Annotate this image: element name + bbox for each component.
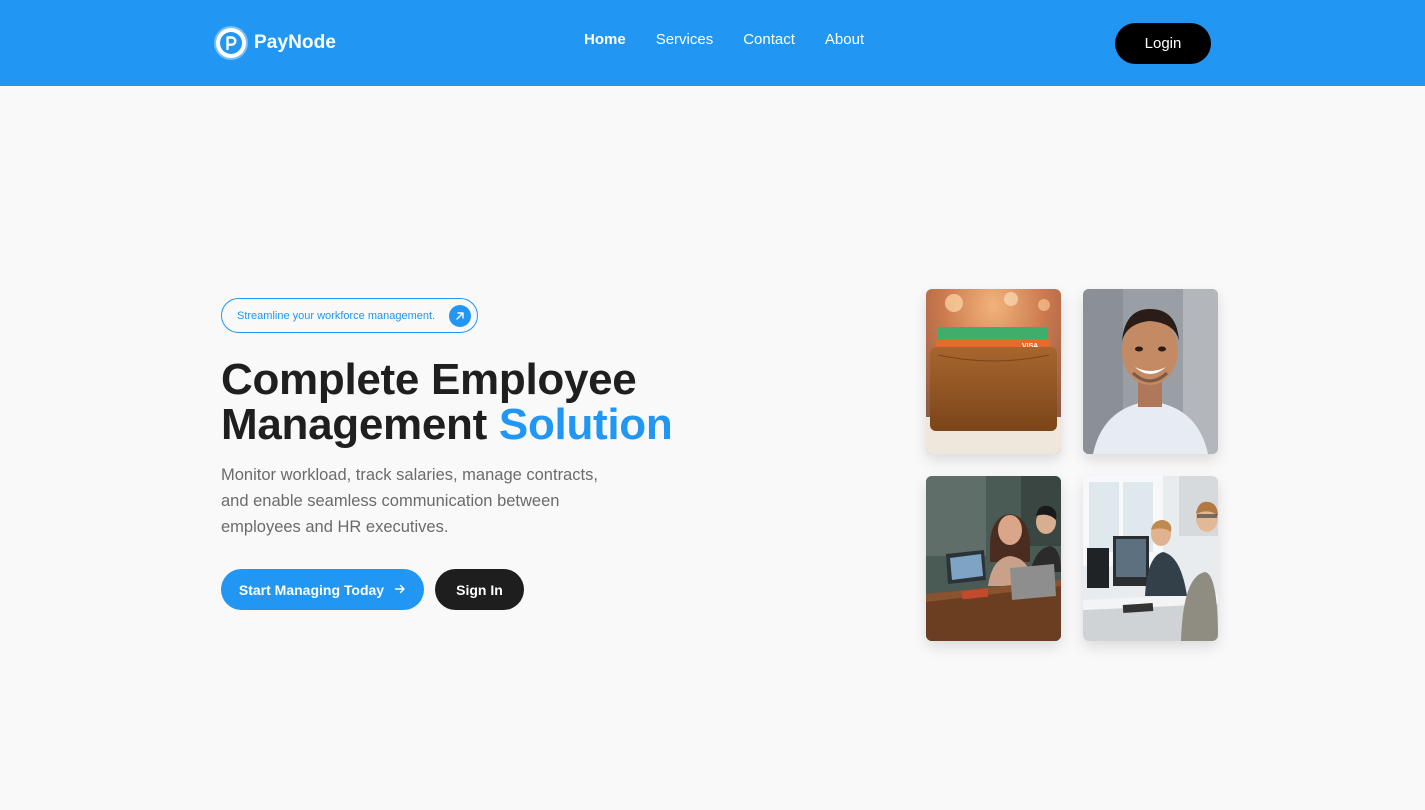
nav-link-home[interactable]: Home xyxy=(584,31,626,48)
login-button[interactable]: Login xyxy=(1115,23,1211,64)
sign-in-button[interactable]: Sign In xyxy=(435,569,524,610)
smiling-man-portrait-photo xyxy=(1083,289,1218,454)
arrow-up-right-icon xyxy=(449,305,471,327)
hero-title-line2: Management xyxy=(221,400,487,449)
nav-link-services[interactable]: Services xyxy=(656,31,714,48)
paynode-logo-icon xyxy=(216,28,246,58)
hero-description: Monitor workload, track salaries, manage… xyxy=(221,466,598,536)
office-workers-computers-photo xyxy=(1083,476,1218,641)
brand[interactable]: PayNode xyxy=(216,27,336,59)
main-nav: Home Services Contact About xyxy=(584,31,864,48)
hero-title-line1: Complete Employee xyxy=(221,355,637,404)
brand-name: PayNode xyxy=(254,32,337,53)
nav-link-contact[interactable]: Contact xyxy=(743,31,795,48)
team-meeting-laptops-photo xyxy=(926,476,1061,641)
tagline-pill[interactable]: Streamline your workforce management. xyxy=(221,298,478,333)
top-navbar: PayNode Home Services Contact About Logi… xyxy=(0,0,1425,86)
hero-title: Complete Employee Management Solution xyxy=(221,357,781,447)
hero-title-accent: Solution xyxy=(498,400,673,449)
nav-link-about[interactable]: About xyxy=(825,31,864,48)
arrow-right-icon xyxy=(394,582,406,598)
start-managing-button[interactable]: Start Managing Today xyxy=(221,569,424,610)
wallet-with-cards-photo: VISA xyxy=(926,289,1061,454)
tagline-text: Streamline your workforce management. xyxy=(237,309,436,322)
start-managing-label: Start Managing Today xyxy=(238,581,385,598)
